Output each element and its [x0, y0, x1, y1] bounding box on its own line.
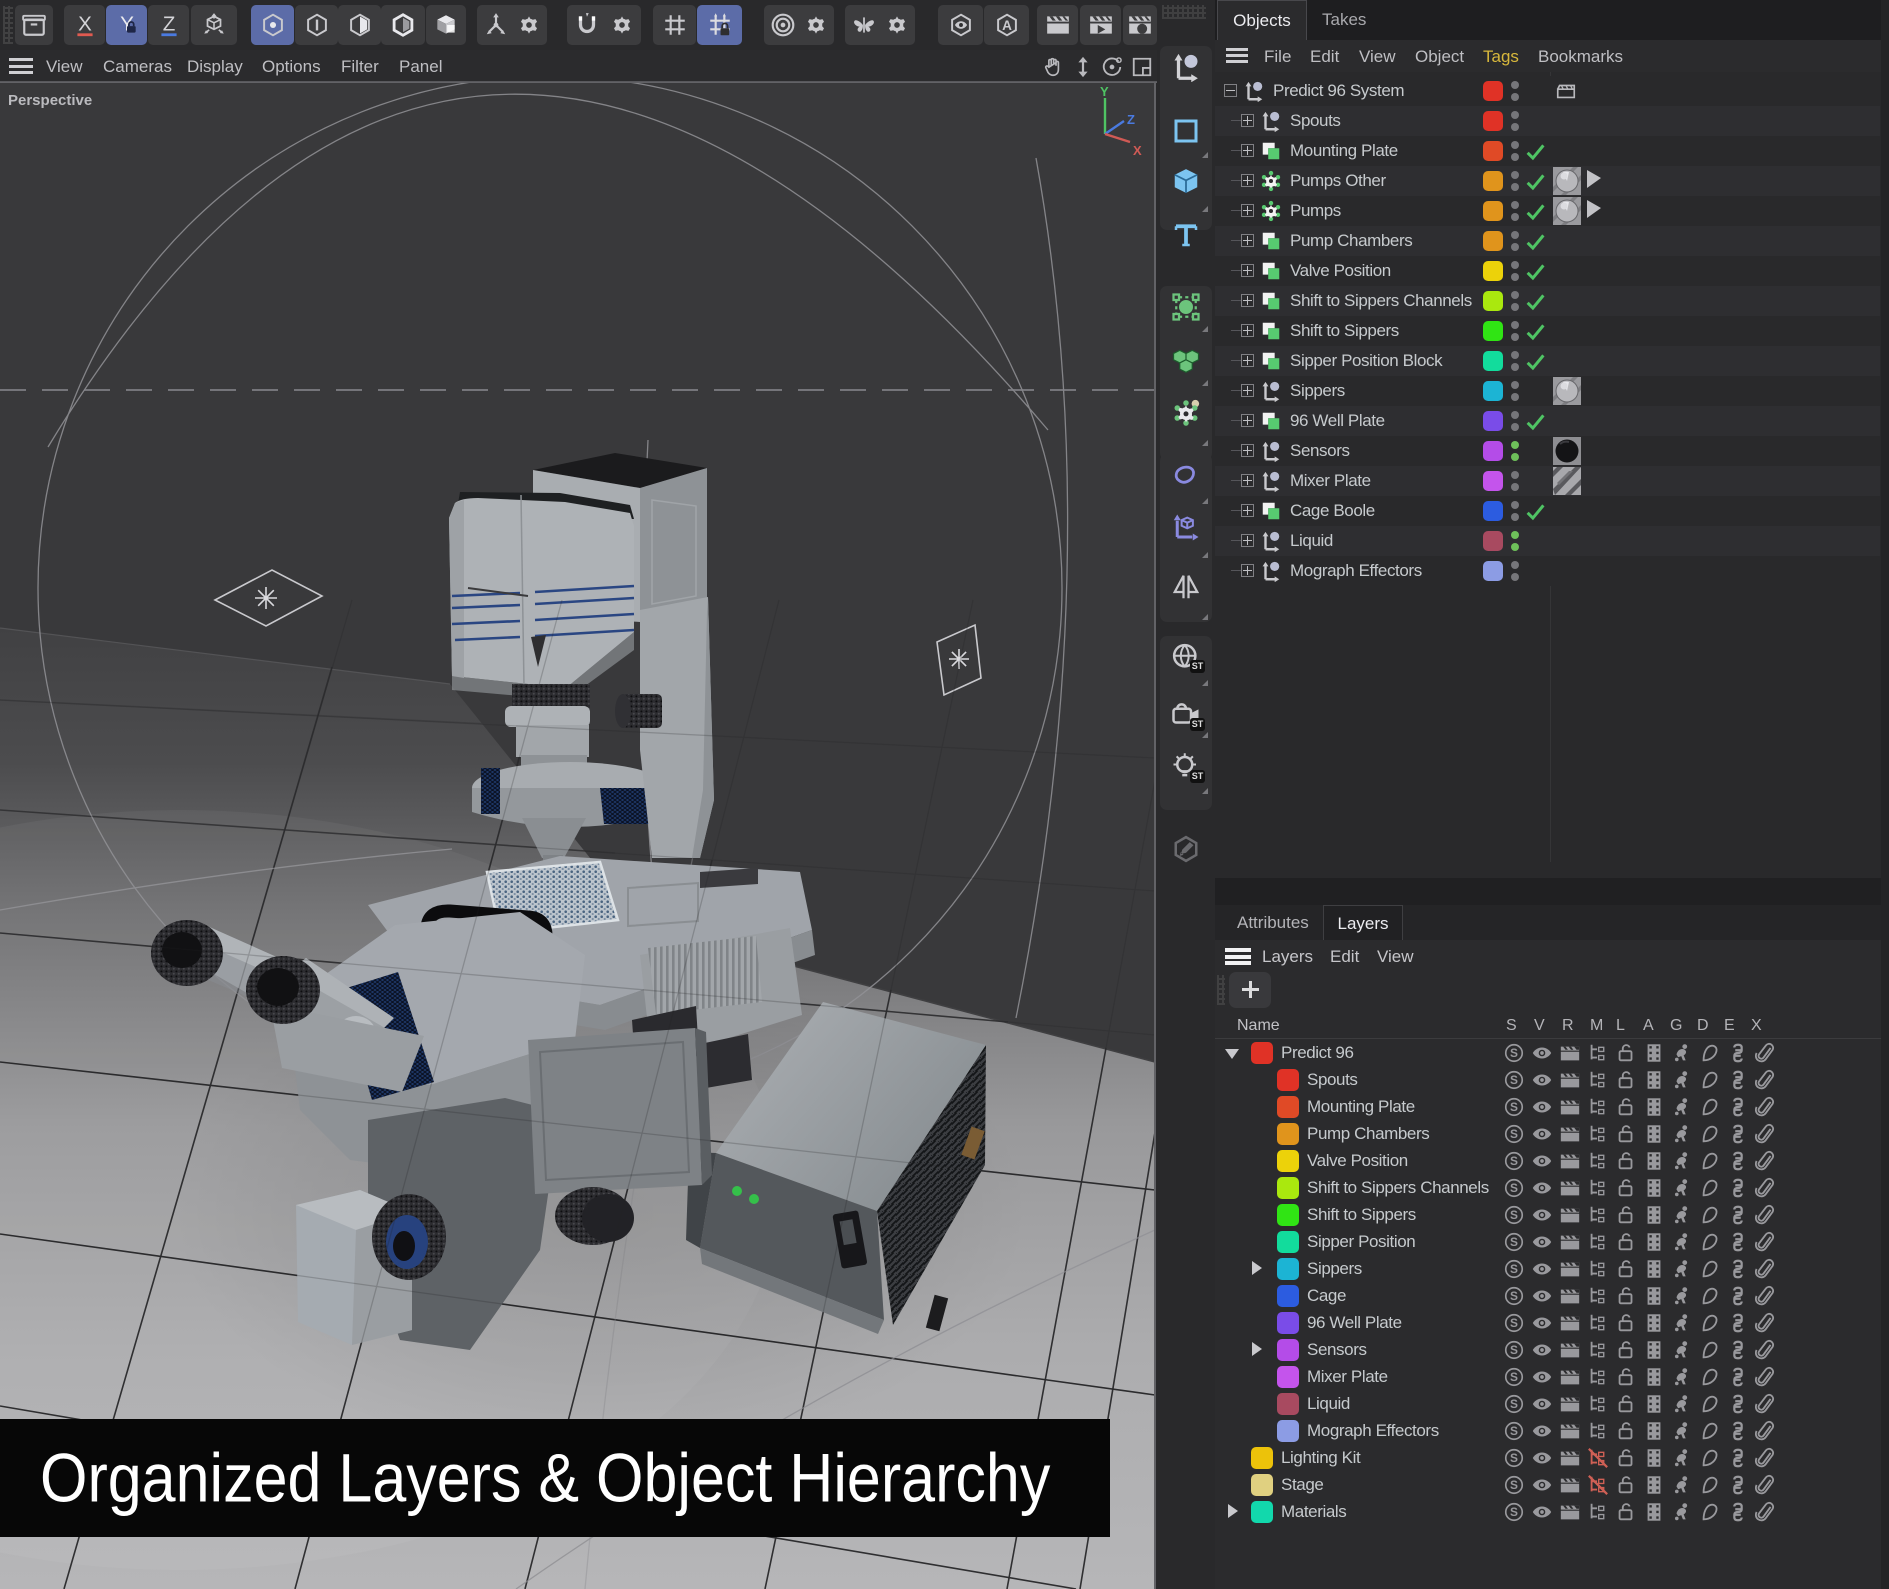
svg-text:A: A [1002, 18, 1012, 33]
svg-text:X: X [78, 12, 92, 35]
svg-text:Perspective: Perspective [8, 92, 92, 109]
svg-text:Z: Z [1127, 112, 1135, 127]
svg-text:Z: Z [162, 12, 175, 35]
svg-text:X: X [1133, 143, 1142, 158]
svg-text:Y: Y [1100, 84, 1109, 99]
